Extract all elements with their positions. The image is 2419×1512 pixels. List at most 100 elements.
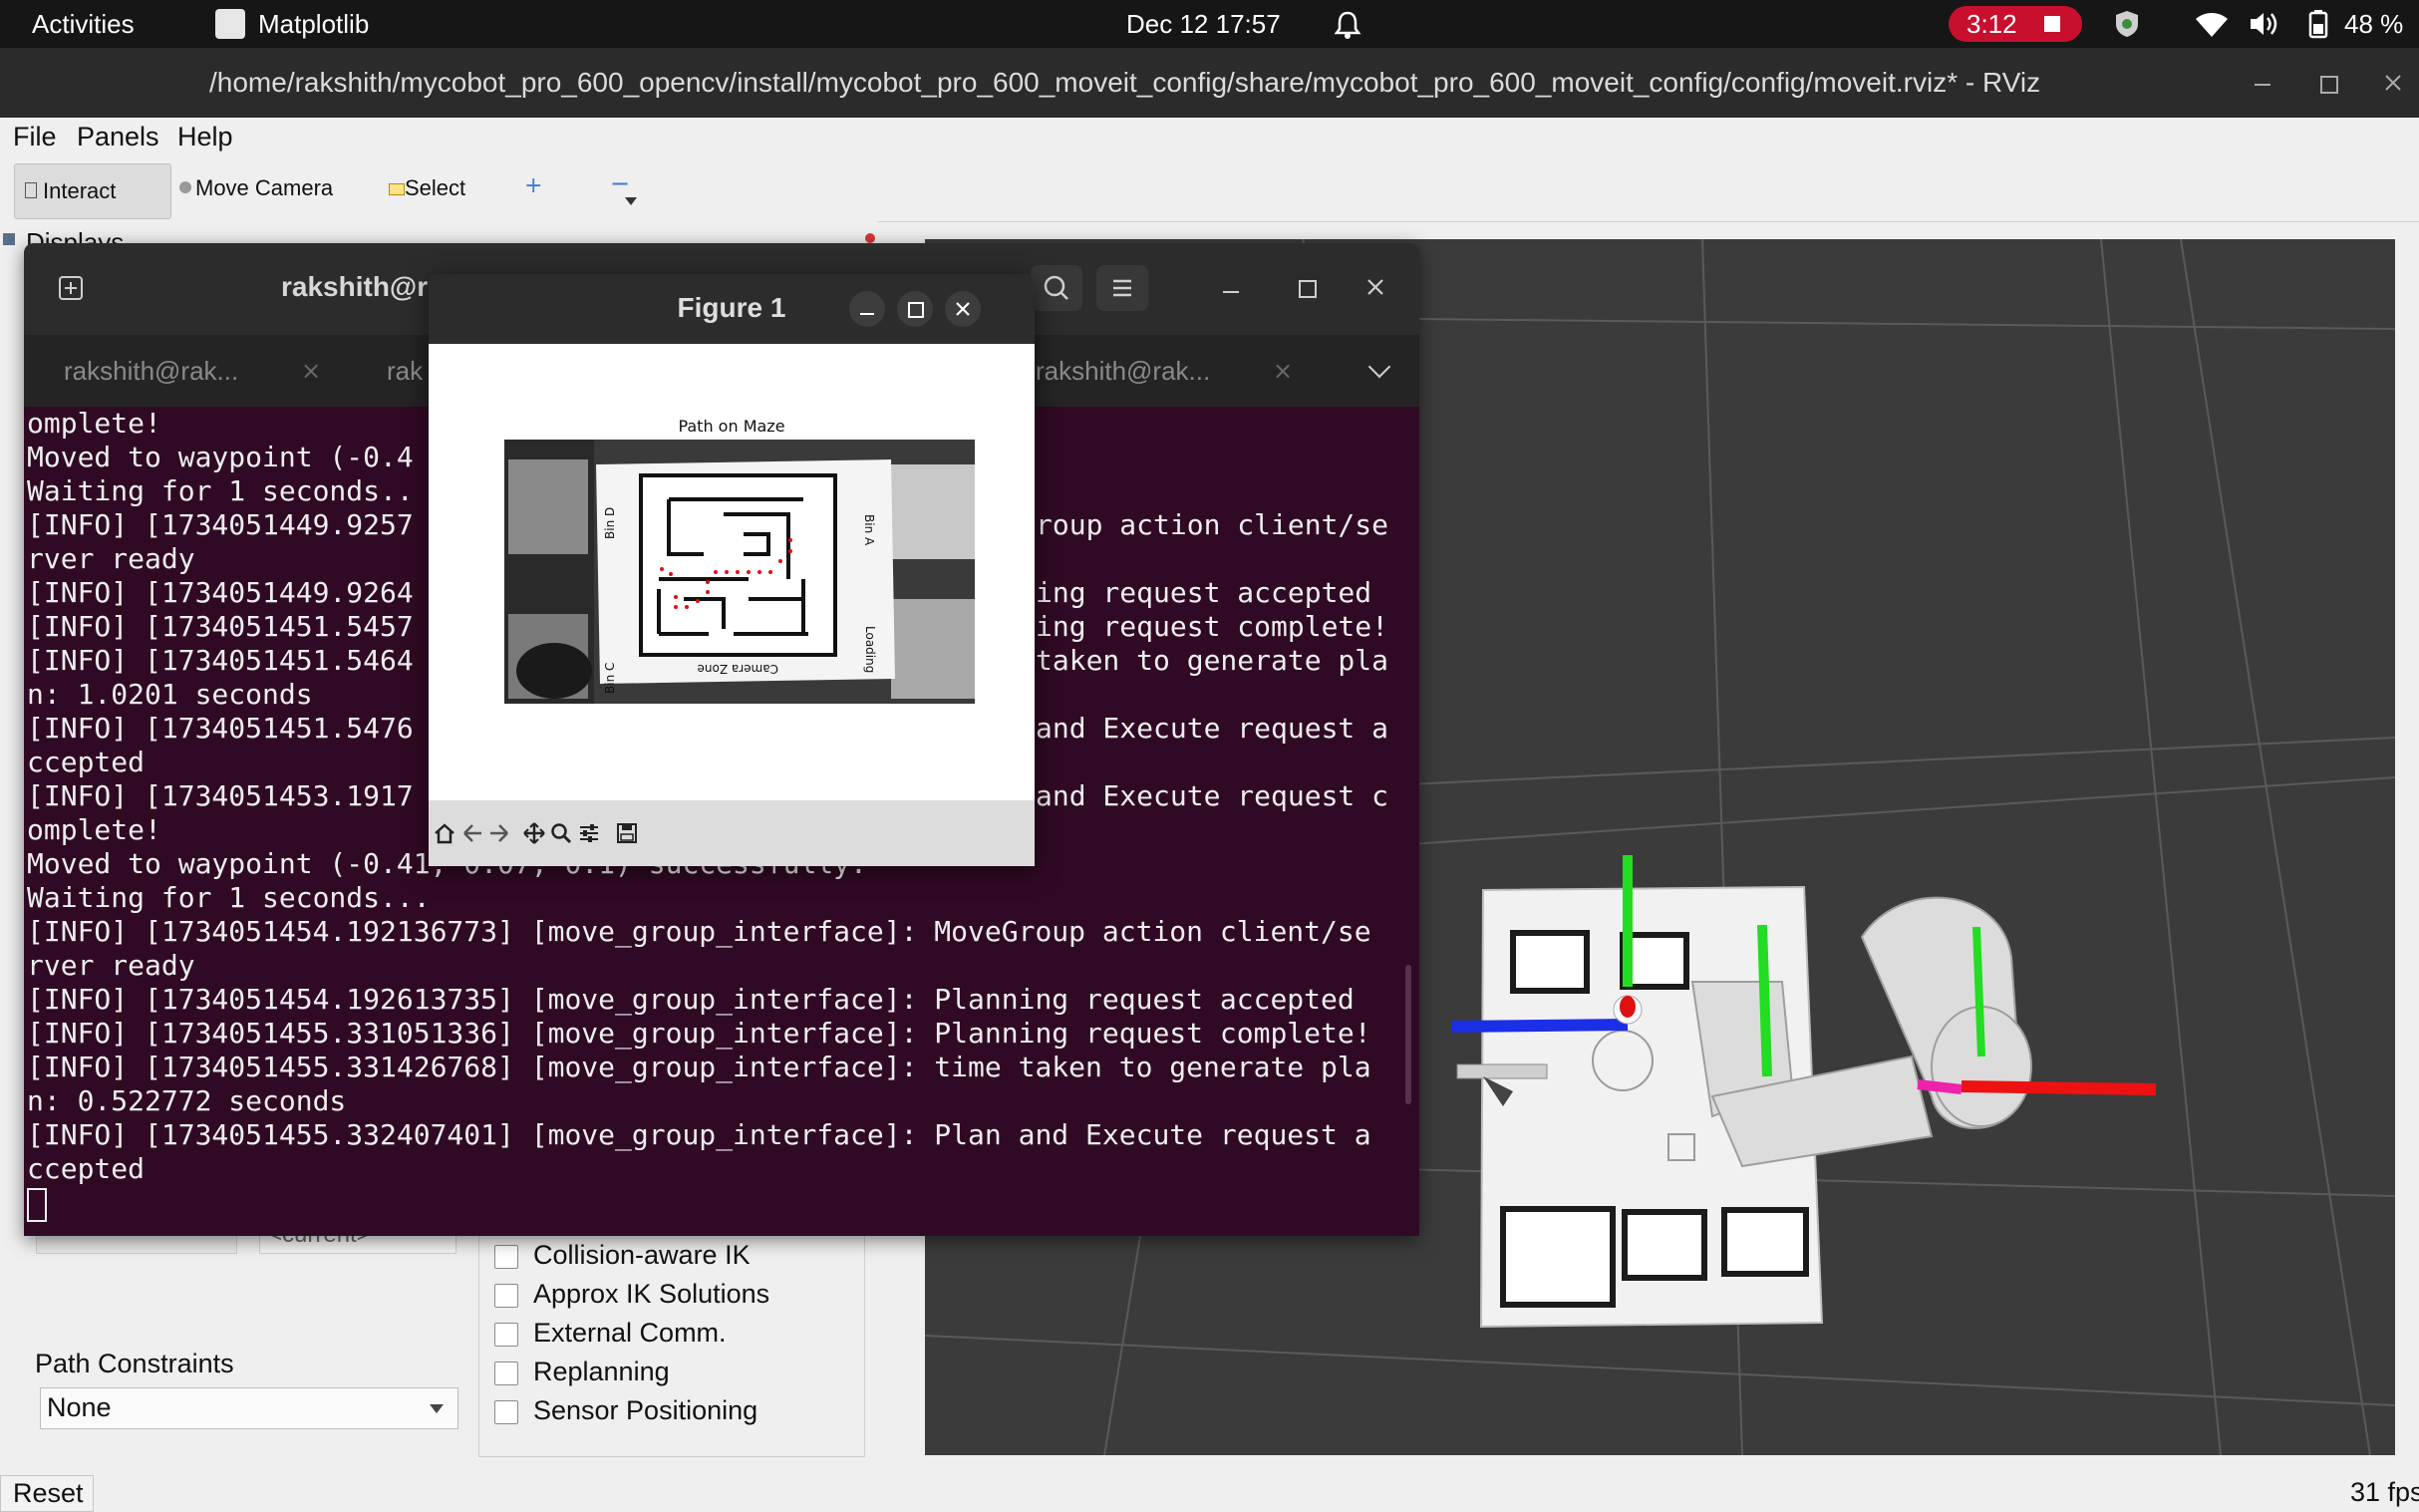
terminal-line: [INFO] [1734051454.192136773] [move_grou… xyxy=(27,915,1371,948)
sensor-positioning-checkbox[interactable] xyxy=(494,1400,518,1424)
figure-maximize-button[interactable] xyxy=(897,291,933,327)
fps-counter: 31 fps xyxy=(2350,1477,2419,1507)
tabs-overflow-chevron-icon[interactable] xyxy=(1367,355,1391,379)
reset-button-label: Reset xyxy=(13,1478,84,1508)
maze-label-bin-a: Bin A xyxy=(862,514,876,546)
external-comm-checkbox[interactable] xyxy=(494,1323,518,1347)
minimize-icon xyxy=(860,313,874,315)
terminal-line: Moved to waypoint (-0.4 xyxy=(27,441,414,473)
terminal-line: omplete! xyxy=(27,813,161,846)
close-icon[interactable] xyxy=(2384,74,2402,92)
move-camera-tool-button[interactable]: Move Camera xyxy=(195,175,333,201)
maximize-icon xyxy=(908,302,924,318)
terminal-maximize-icon[interactable] xyxy=(1299,280,1317,298)
terminal-line: [INFO] [1734051454.192613735] [move_grou… xyxy=(27,983,1355,1016)
replanning-label: Replanning xyxy=(533,1357,670,1386)
add-tool-icon[interactable]: + xyxy=(524,173,542,198)
terminal-line: [INFO] [1734051455.332407401] [move_grou… xyxy=(27,1118,1371,1151)
replanning-checkbox[interactable] xyxy=(494,1361,518,1385)
select-tool-button[interactable]: Select xyxy=(405,175,465,201)
activities-button[interactable]: Activities xyxy=(32,0,135,48)
new-tab-button[interactable] xyxy=(48,265,96,311)
shield-icon xyxy=(2116,11,2138,37)
select-icon xyxy=(389,183,405,195)
terminal-close-icon[interactable] xyxy=(1366,278,1384,296)
hamburger-menu-button[interactable] xyxy=(1096,265,1148,311)
tab-close-icon[interactable]: × xyxy=(1273,357,1293,385)
battery-icon[interactable] xyxy=(2308,9,2328,39)
sensor-positioning-label: Sensor Positioning xyxy=(533,1395,758,1425)
terminal-line-fragment: taken to generate pla xyxy=(1036,644,1389,677)
maze-label-loading: Loading xyxy=(863,626,877,673)
menu-file[interactable]: File xyxy=(13,122,57,152)
system-top-bar: Activities Matplotlib Dec 12 17:57 3:12 … xyxy=(0,0,2419,48)
displays-icon xyxy=(3,233,15,245)
terminal-minimize-icon[interactable] xyxy=(1223,291,1239,293)
app-menu-label[interactable]: Matplotlib xyxy=(258,0,369,48)
terminal-line: [INFO] [1734051449.9264 xyxy=(27,576,414,609)
remove-tool-icon[interactable]: − xyxy=(610,169,630,197)
interact-label: Interact xyxy=(43,178,117,203)
interact-tool-button[interactable]: Interact xyxy=(14,163,171,219)
matplotlib-figure-window[interactable]: Figure 1 Path on Maze Bin D Bin A Bin C … xyxy=(429,274,1035,866)
clock[interactable]: Dec 12 17:57 xyxy=(1126,0,1281,48)
move-camera-icon xyxy=(179,181,191,193)
path-constraints-label: Path Constraints xyxy=(35,1349,234,1378)
wifi-icon[interactable] xyxy=(2195,12,2229,38)
home-icon[interactable] xyxy=(434,822,455,844)
terminal-line: Waiting for 1 seconds... xyxy=(27,881,431,914)
figure-navigation-toolbar xyxy=(429,800,1035,866)
status-bar: Reset 31 fps xyxy=(0,1475,2419,1512)
save-icon[interactable] xyxy=(616,822,638,844)
search-icon xyxy=(1044,275,1068,300)
terminal-tab-3[interactable]: rakshith@rak... xyxy=(1036,335,1210,407)
tab-close-icon[interactable]: × xyxy=(301,357,321,385)
volume-icon[interactable] xyxy=(2249,10,2280,38)
terminal-tab-2[interactable]: rak xyxy=(387,335,423,407)
maze-label-bin-c: Bin C xyxy=(603,663,617,694)
terminal-line: n: 0.522772 seconds xyxy=(27,1084,347,1117)
configure-subplots-icon[interactable] xyxy=(578,822,600,844)
figure-canvas[interactable]: Path on Maze Bin D Bin A Bin C Loading C… xyxy=(429,344,1035,800)
approx-ik-checkbox[interactable] xyxy=(494,1284,518,1308)
reset-button[interactable]: Reset xyxy=(0,1475,94,1512)
figure-header-bar[interactable]: Figure 1 xyxy=(429,274,1035,344)
terminal-line: n: 1.0201 seconds xyxy=(27,678,313,711)
menu-help[interactable]: Help xyxy=(177,122,233,152)
screen-recording-indicator[interactable]: 3:12 xyxy=(1949,6,2082,42)
new-tab-icon xyxy=(59,276,83,300)
battery-percent: 48 % xyxy=(2344,9,2404,39)
terminal-tab-1[interactable]: rakshith@rak... xyxy=(64,335,238,407)
approx-ik-label: Approx IK Solutions xyxy=(533,1279,770,1309)
figure-minimize-button[interactable] xyxy=(849,291,885,327)
terminal-line: [INFO] [1734051455.331051336] [move_grou… xyxy=(27,1017,1371,1050)
chevron-down-icon[interactable] xyxy=(625,197,637,205)
panel-close-icon[interactable] xyxy=(865,233,875,243)
maze-label-bin-d: Bin D xyxy=(603,507,617,539)
minimize-icon[interactable] xyxy=(2255,84,2270,86)
terminal-line: [INFO] [1734051455.331426768] [move_grou… xyxy=(27,1051,1371,1083)
figure-close-button[interactable] xyxy=(945,291,981,327)
terminal-scrollbar[interactable] xyxy=(1405,965,1411,1104)
terminal-line: [INFO] [1734051453.1917 xyxy=(27,779,414,812)
collision-aware-ik-checkbox[interactable] xyxy=(494,1245,518,1269)
back-arrow-icon[interactable] xyxy=(461,822,483,844)
close-icon xyxy=(956,302,970,316)
menu-bar: File Panels Help xyxy=(0,118,2419,159)
terminal-line: rver ready xyxy=(27,949,195,982)
window-title: /home/rakshith/mycobot_pro_600_opencv/in… xyxy=(209,67,2041,98)
rviz-title-bar[interactable]: /home/rakshith/mycobot_pro_600_opencv/in… xyxy=(0,48,2419,118)
maze-label-camera-zone: Camera Zone xyxy=(698,662,778,676)
zoom-icon[interactable] xyxy=(550,822,572,844)
external-comm-label: External Comm. xyxy=(533,1318,727,1348)
pan-icon[interactable] xyxy=(523,822,545,844)
menu-panels[interactable]: Panels xyxy=(77,122,159,152)
search-button[interactable] xyxy=(1031,265,1082,311)
stop-icon xyxy=(2044,16,2060,32)
recording-time: 3:12 xyxy=(1966,9,2017,39)
terminal-line: [INFO] [1734051449.9257 xyxy=(27,508,414,541)
terminal-line: Waiting for 1 seconds.. xyxy=(27,474,414,507)
maximize-icon[interactable] xyxy=(2320,76,2338,94)
path-constraints-select[interactable]: None xyxy=(40,1387,458,1429)
forward-arrow-icon[interactable] xyxy=(488,822,510,844)
